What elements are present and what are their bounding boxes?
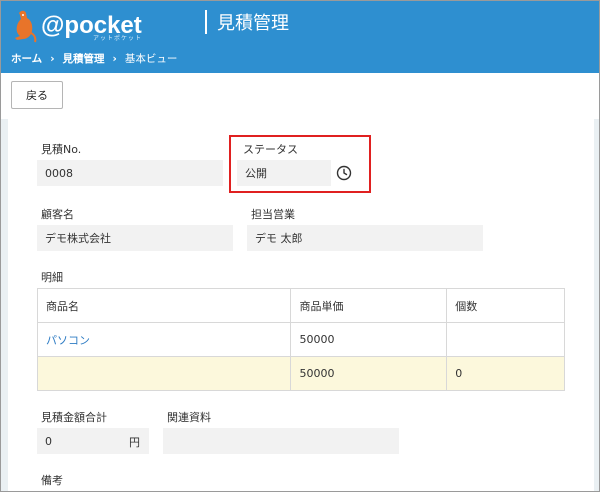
sales-rep-label: 担当営業 (251, 208, 295, 221)
table-header-row: 商品名 商品単価 個数 (36, 288, 565, 323)
side-gutter-left (1, 119, 8, 491)
breadcrumb-current: 基本ビュー (124, 53, 178, 65)
customer-label: 顧客名 (41, 208, 74, 221)
app-header: @pocket アットポケット 見積管理 ホーム › 見積管理 › 基本ビュー (1, 1, 599, 73)
column-header: 商品名 (36, 288, 292, 323)
column-header: 商品単価 (290, 288, 448, 323)
related-docs-label: 関連資料 (167, 411, 211, 424)
estimate-no-label: 見積No. (41, 143, 82, 156)
app-logo[interactable]: @pocket (11, 7, 171, 45)
sales-rep-field: デモ 太郎 (247, 225, 483, 251)
back-button[interactable]: 戻る (11, 81, 63, 109)
toolbar: 戻る (1, 73, 599, 119)
logo-subtitle: アットポケット (93, 35, 143, 42)
customer-field: デモ株式会社 (37, 225, 233, 251)
breadcrumb: ホーム › 見積管理 › 基本ビュー (11, 51, 177, 66)
breadcrumb-estimates[interactable]: 見積管理 (63, 51, 105, 66)
product-link[interactable]: パソコン (36, 322, 292, 357)
side-gutter-right (594, 119, 599, 491)
title-divider (205, 10, 207, 34)
status-field: 公開 (237, 160, 331, 186)
kangaroo-logo-icon (15, 10, 37, 43)
total-amount-unit: 円 (129, 436, 140, 449)
detail-label: 明細 (41, 271, 63, 284)
total-unit-price-cell: 50000 (290, 356, 448, 391)
unit-price-cell: 50000 (290, 322, 448, 357)
remarks-label: 備考 (41, 474, 63, 487)
quantity-cell (446, 322, 565, 357)
page-title: 見積管理 (217, 13, 289, 34)
table-row: パソコン 50000 (36, 322, 565, 357)
total-amount-label: 見積金額合計 (41, 411, 107, 424)
breadcrumb-separator: › (50, 52, 55, 65)
clock-icon[interactable] (336, 165, 352, 181)
estimate-no-field: 0008 (37, 160, 223, 186)
status-label: ステータス (243, 143, 298, 156)
breadcrumb-separator: › (112, 52, 117, 65)
app-frame: @pocket アットポケット 見積管理 ホーム › 見積管理 › 基本ビュー … (0, 0, 600, 492)
total-row-cell (36, 356, 292, 391)
column-header: 個数 (446, 288, 565, 323)
breadcrumb-home[interactable]: ホーム (11, 51, 42, 66)
related-docs-field (163, 428, 399, 454)
detail-table: 商品名 商品単価 個数 パソコン 50000 50000 0 (36, 288, 565, 391)
total-quantity-cell: 0 (446, 356, 565, 391)
table-total-row: 50000 0 (36, 356, 565, 391)
